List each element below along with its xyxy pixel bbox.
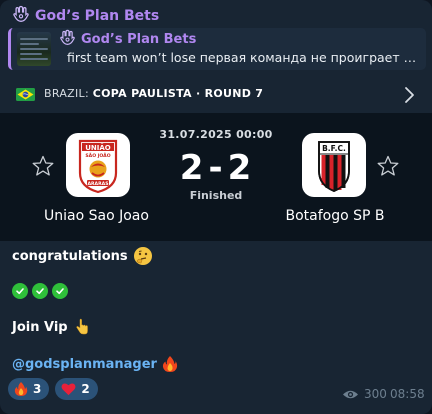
home-score: 2	[179, 148, 205, 188]
score-separator: -	[208, 148, 224, 188]
reply-header: God’s Plan Bets	[59, 29, 197, 50]
message-time: 08:58	[390, 387, 425, 401]
reaction-count: 3	[33, 382, 42, 396]
reactions-bar: 3 2	[8, 378, 98, 400]
manager-link[interactable]: @godsplanmanager	[12, 357, 157, 372]
views-count: 300	[364, 387, 387, 401]
pointing-down-icon	[75, 318, 88, 335]
reply-title: God’s Plan Bets	[81, 31, 197, 47]
message-bubble: God’s Plan Bets God’s Plan Bets first te…	[0, 0, 432, 414]
home-team-logo[interactable]: UNIÃO SÃO JOÃO ARARAS	[66, 133, 130, 197]
reply-thumbnail	[17, 32, 51, 66]
away-team-name[interactable]: Botafogo SP B	[272, 208, 398, 224]
fire-icon	[162, 356, 178, 372]
hamsa-icon	[59, 29, 76, 50]
star-icon[interactable]	[376, 154, 400, 178]
channel-name[interactable]: God’s Plan Bets	[35, 8, 159, 24]
home-crest-mid-text: SÃO JOÃO	[85, 152, 110, 159]
match-card[interactable]: UNIÃO SÃO JOÃO ARARAS 31.07.2025 00:00 2…	[0, 113, 432, 241]
join-vip-line: Join Vip	[12, 318, 91, 336]
reply-text: first team won’t lose первая команда не …	[67, 50, 421, 65]
league-competition: COPA PAULISTA · ROUND 7	[92, 87, 264, 100]
check-mark-icon	[32, 283, 48, 299]
chevron-right-icon[interactable]	[402, 86, 416, 104]
views-counter: 300	[342, 387, 387, 401]
reaction-count: 2	[81, 382, 90, 396]
heart-icon	[61, 383, 76, 396]
league-label: BRAZIL: COPA PAULISTA · ROUND 7	[44, 87, 263, 100]
reply-preview[interactable]: God’s Plan Bets first team won’t lose пе…	[8, 28, 426, 70]
join-vip-text: Join Vip	[12, 319, 68, 335]
away-team-logo[interactable]: B.F.C.	[302, 133, 366, 197]
botafogo-crest: B.F.C.	[318, 141, 350, 192]
fire-icon	[14, 382, 28, 396]
home-crest-bottom-text: ARARAS	[87, 181, 108, 187]
match-status: Finished	[189, 189, 243, 202]
match-score: 2-2	[156, 148, 276, 188]
congrats-line: congratulations	[12, 246, 153, 266]
check-row	[12, 283, 68, 299]
hamsa-icon	[12, 5, 30, 27]
star-icon[interactable]	[31, 154, 55, 178]
away-score: 2	[227, 148, 253, 188]
brazil-flag-icon	[16, 88, 35, 101]
eye-icon	[343, 390, 358, 398]
reaction-heart[interactable]: 2	[55, 378, 98, 400]
away-crest-text: B.F.C.	[322, 144, 346, 153]
league-country: BRAZIL:	[44, 87, 89, 100]
congrats-text: congratulations	[12, 248, 128, 264]
channel-header[interactable]: God’s Plan Bets	[12, 5, 159, 27]
check-mark-icon	[52, 283, 68, 299]
thinking-face-icon	[133, 247, 152, 265]
league-bar[interactable]: BRAZIL: COPA PAULISTA · ROUND 7	[0, 78, 432, 112]
check-mark-icon	[12, 283, 28, 299]
match-date: 31.07.2025 00:00	[159, 128, 273, 141]
home-team-name[interactable]: Uniao Sao Joao	[28, 208, 176, 224]
uniao-sao-joao-crest: UNIÃO SÃO JOÃO ARARAS	[78, 139, 118, 194]
handle-line: @godsplanmanager	[12, 355, 178, 373]
home-crest-top-text: UNIÃO	[85, 143, 111, 152]
reaction-fire[interactable]: 3	[8, 378, 50, 400]
